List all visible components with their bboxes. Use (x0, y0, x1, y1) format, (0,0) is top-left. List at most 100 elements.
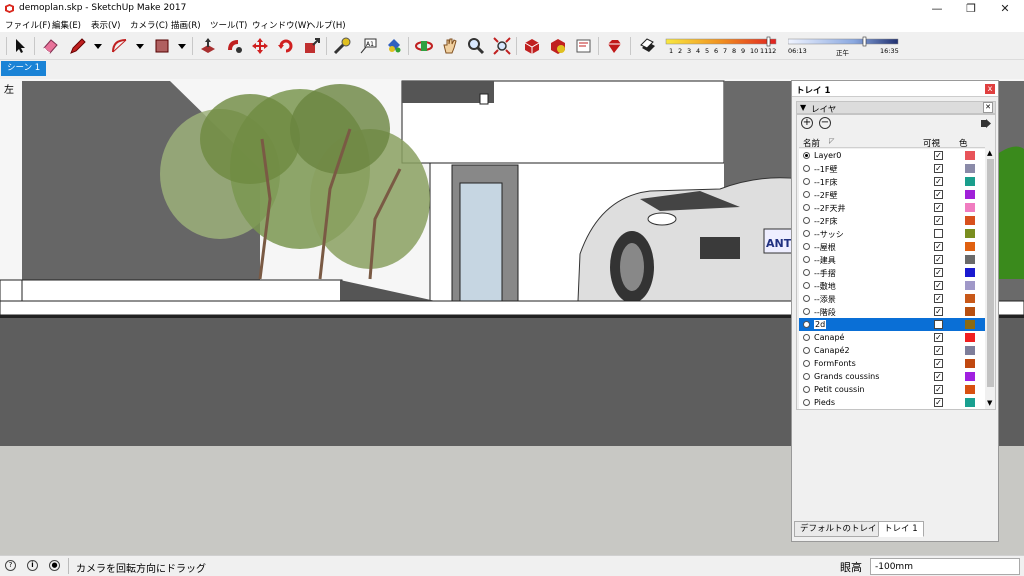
active-layer-radio[interactable] (803, 204, 810, 211)
layer-color-swatch[interactable] (965, 320, 975, 329)
layer-name[interactable]: --添景 (814, 294, 836, 305)
delete-layer-icon[interactable]: − (819, 117, 831, 129)
menu-help[interactable]: ヘルプ(H) (307, 19, 346, 31)
measurement-input[interactable]: -100mm (870, 558, 1020, 575)
active-layer-radio[interactable] (803, 152, 810, 159)
geo-location-icon[interactable]: ? (5, 560, 16, 571)
select-icon[interactable] (10, 36, 30, 56)
credits-icon[interactable]: i (27, 560, 38, 571)
tape-measure-icon[interactable] (332, 36, 352, 56)
layer-color-swatch[interactable] (965, 164, 975, 173)
layer-visible-checkbox[interactable] (934, 320, 943, 329)
layer-color-swatch[interactable] (965, 294, 975, 303)
active-layer-radio[interactable] (803, 243, 810, 250)
layer-name[interactable]: --手摺 (814, 268, 836, 279)
layer-visible-checkbox[interactable]: ✓ (934, 177, 943, 186)
active-layer-radio[interactable] (803, 256, 810, 263)
shadow-toggle-icon[interactable] (638, 36, 658, 56)
pan-icon[interactable] (440, 36, 460, 56)
orbit-icon[interactable] (414, 36, 434, 56)
active-layer-radio[interactable] (803, 269, 810, 276)
tab-default-tray[interactable]: デフォルトのトレイ (794, 521, 883, 537)
layer-row[interactable]: Layer0 ✓ (799, 149, 985, 162)
layer-list-scrollbar[interactable]: ▲ ▼ (986, 149, 995, 409)
layer-name[interactable]: Petit coussin (814, 385, 865, 394)
col-name[interactable]: 名前 (803, 137, 820, 149)
layer-name[interactable]: Grands coussins (814, 372, 879, 381)
menu-draw[interactable]: 描画(R) (171, 19, 201, 31)
layer-name[interactable]: --2F天井 (814, 203, 845, 214)
active-layer-radio[interactable] (803, 360, 810, 367)
layer-row[interactable]: Canapé2 ✓ (799, 344, 985, 357)
layer-visible-checkbox[interactable]: ✓ (934, 385, 943, 394)
3d-warehouse-icon[interactable] (522, 36, 542, 56)
layer-color-swatch[interactable] (965, 333, 975, 342)
active-layer-radio[interactable] (803, 230, 810, 237)
paint-bucket-icon[interactable] (384, 36, 404, 56)
eraser-icon[interactable] (40, 36, 60, 56)
section-close-icon[interactable]: ✕ (983, 102, 993, 113)
col-visible[interactable]: 可視 (923, 137, 940, 149)
scroll-thumb[interactable] (987, 159, 994, 387)
layer-color-swatch[interactable] (965, 307, 975, 316)
close-button[interactable]: ✕ (988, 0, 1022, 17)
layer-visible-checkbox[interactable]: ✓ (934, 307, 943, 316)
active-layer-radio[interactable] (803, 334, 810, 341)
layer-visible-checkbox[interactable]: ✓ (934, 333, 943, 342)
tab-tray-1[interactable]: トレイ 1 (878, 521, 924, 537)
layer-row[interactable]: Grands coussins ✓ (799, 370, 985, 383)
rotate-icon[interactable] (276, 36, 296, 56)
layer-row[interactable]: --敷地 ✓ (799, 279, 985, 292)
scroll-down-icon[interactable]: ▼ (987, 399, 992, 407)
layer-color-swatch[interactable] (965, 216, 975, 225)
active-layer-radio[interactable] (803, 399, 810, 406)
layer-name[interactable]: Layer0 (814, 151, 841, 160)
layer-row[interactable]: --建具 ✓ (799, 253, 985, 266)
active-layer-radio[interactable] (803, 191, 810, 198)
active-layer-radio[interactable] (803, 217, 810, 224)
layer-visible-checkbox[interactable]: ✓ (934, 268, 943, 277)
layer-row[interactable]: --2F天井 ✓ (799, 201, 985, 214)
layer-color-swatch[interactable] (965, 281, 975, 290)
arc-icon[interactable] (110, 36, 130, 56)
layer-name[interactable]: --屋根 (814, 242, 836, 253)
layer-name[interactable]: --敷地 (814, 281, 836, 292)
layer-row[interactable]: --屋根 ✓ (799, 240, 985, 253)
layer-row[interactable]: 2d (799, 318, 985, 331)
col-color[interactable]: 色 (959, 137, 968, 149)
layer-color-swatch[interactable] (965, 359, 975, 368)
menu-edit[interactable]: 編集(E) (52, 19, 81, 31)
active-layer-radio[interactable] (803, 373, 810, 380)
layer-row[interactable]: --手摺 ✓ (799, 266, 985, 279)
menu-file[interactable]: ファイル(F) (5, 19, 51, 31)
layer-row[interactable]: Pieds ✓ (799, 396, 985, 409)
scene-tab[interactable]: シーン 1 (1, 61, 47, 76)
menu-window[interactable]: ウィンドウ(W) (252, 19, 310, 31)
layer-color-swatch[interactable] (965, 190, 975, 199)
layer-name[interactable]: 2d (814, 320, 827, 329)
layer-row[interactable]: --1F床 ✓ (799, 175, 985, 188)
active-layer-radio[interactable] (803, 321, 810, 328)
tray-close-button[interactable]: x (985, 84, 995, 94)
layer-visible-checkbox[interactable]: ✓ (934, 281, 943, 290)
layer-row[interactable]: Petit coussin ✓ (799, 383, 985, 396)
layer-name[interactable]: --1F壁 (814, 164, 837, 175)
layer-visible-checkbox[interactable] (934, 229, 943, 238)
layer-row[interactable]: --2F壁 ✓ (799, 188, 985, 201)
zoom-icon[interactable] (466, 36, 486, 56)
layer-color-swatch[interactable] (965, 242, 975, 251)
layer-color-swatch[interactable] (965, 372, 975, 381)
layout-icon[interactable] (574, 36, 594, 56)
layer-name[interactable]: Pieds (814, 398, 835, 407)
layer-visible-checkbox[interactable]: ✓ (934, 372, 943, 381)
layer-name[interactable]: --建具 (814, 255, 836, 266)
layer-color-swatch[interactable] (965, 385, 975, 394)
layer-visible-checkbox[interactable]: ✓ (934, 398, 943, 407)
layer-color-swatch[interactable] (965, 255, 975, 264)
layer-details-icon[interactable] (981, 118, 991, 129)
layer-visible-checkbox[interactable]: ✓ (934, 216, 943, 225)
active-layer-radio[interactable] (803, 308, 810, 315)
layer-name[interactable]: --2F床 (814, 216, 837, 227)
layer-name[interactable]: --2F壁 (814, 190, 837, 201)
layer-color-swatch[interactable] (965, 268, 975, 277)
